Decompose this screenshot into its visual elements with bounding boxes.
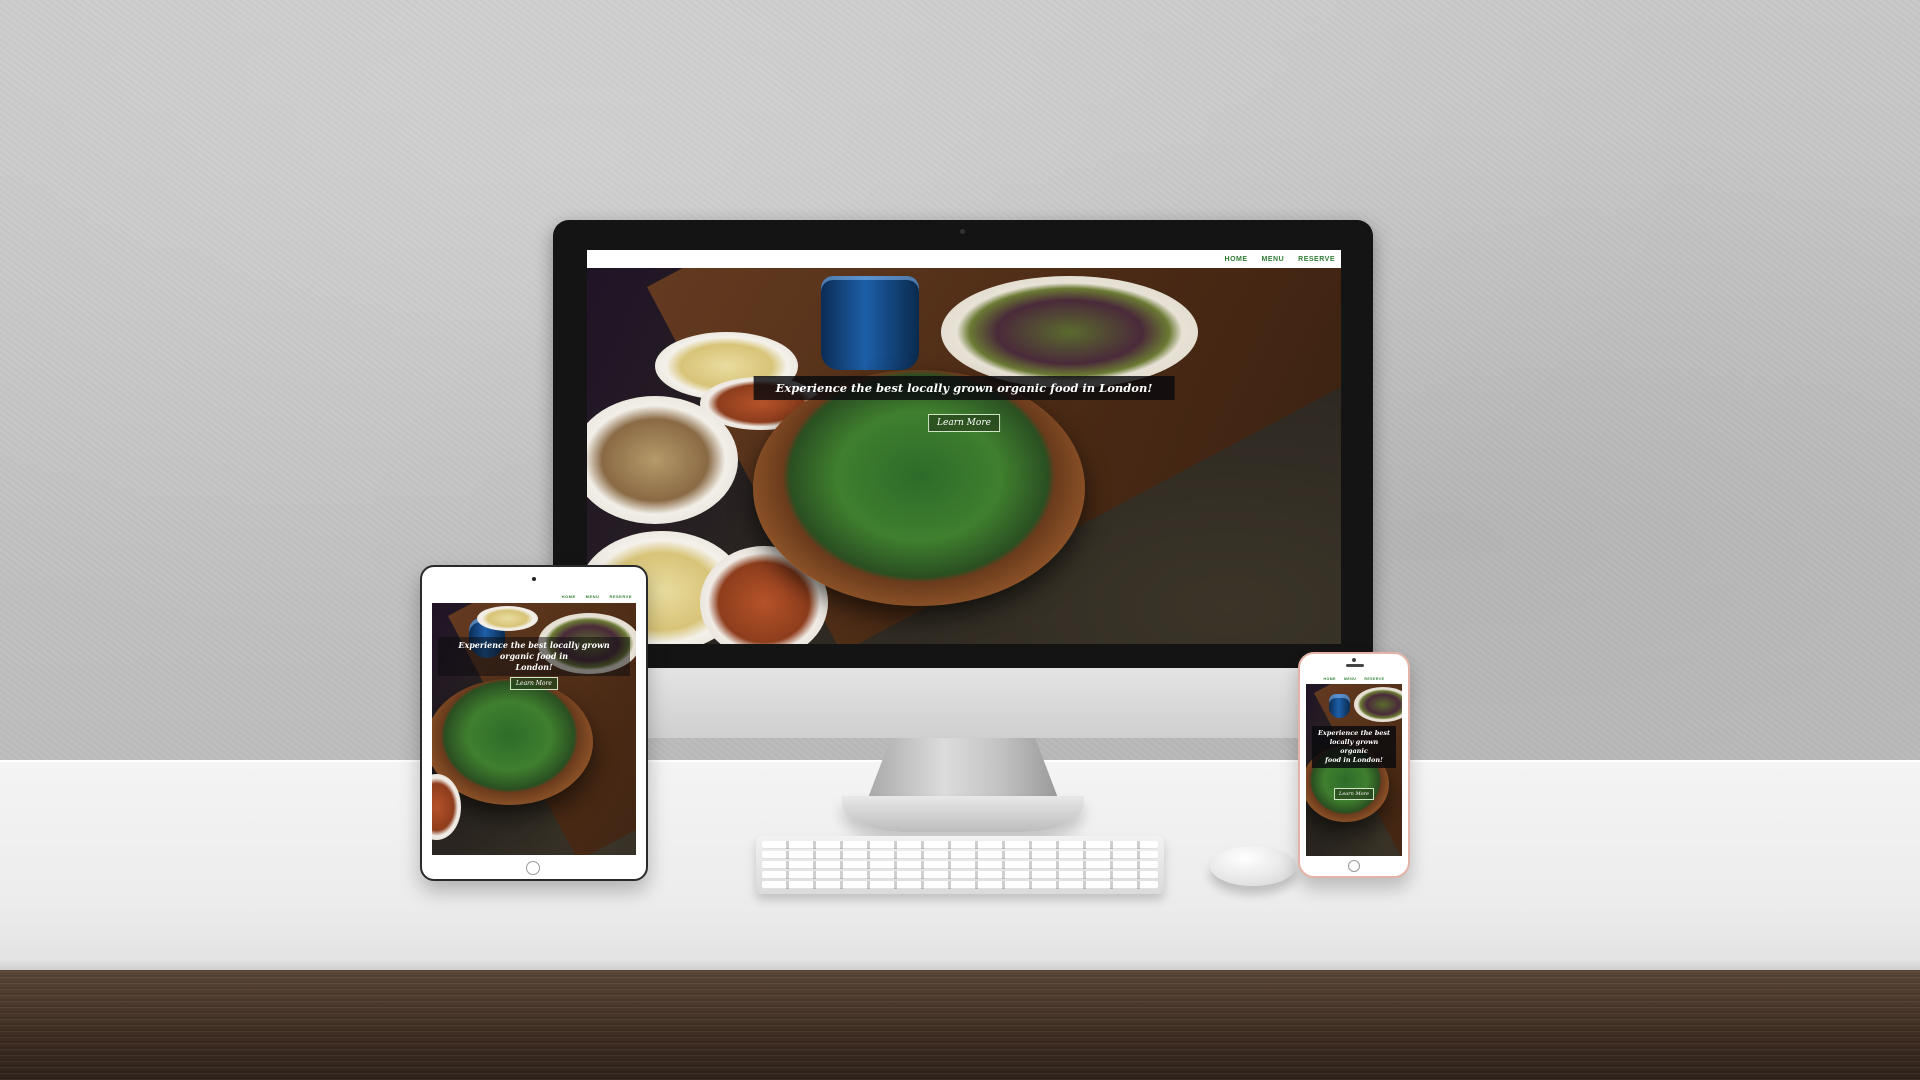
nav-menu[interactable]: MENU <box>1262 256 1285 263</box>
learn-more-button[interactable]: Learn More <box>510 677 558 690</box>
nav-reserve[interactable]: RESERVE <box>1298 256 1335 263</box>
nav-home[interactable]: HOME <box>1225 256 1248 263</box>
site-navbar: HOME MENU RESERVE <box>432 589 636 603</box>
nav-home[interactable]: HOME <box>1324 677 1337 681</box>
keyboard <box>756 836 1164 894</box>
nav-menu[interactable]: MENU <box>586 594 600 599</box>
webcam-icon <box>1352 658 1356 662</box>
desk-edge <box>0 958 1920 970</box>
monitor-stand-neck <box>868 738 1058 798</box>
nav-reserve[interactable]: RESERVE <box>1364 677 1384 681</box>
home-button-icon[interactable] <box>1348 860 1360 872</box>
site-navbar: HOME MENU RESERVE <box>587 250 1341 268</box>
desktop-website: HOME MENU RESERVE Experience the best lo… <box>587 250 1341 644</box>
site-navbar: HOME MENU RESERVE <box>1306 674 1402 684</box>
monitor-stand-foot <box>842 796 1084 832</box>
mouse <box>1210 846 1296 886</box>
hero-headline: Experience the best locally grown organi… <box>1312 726 1396 768</box>
home-button-icon[interactable] <box>526 861 540 875</box>
tablet-website: HOME MENU RESERVE Experience the best lo… <box>432 589 636 855</box>
desk-wood-panel <box>0 970 1920 1080</box>
salad-bowl <box>752 369 1085 607</box>
bean-bowl <box>587 395 738 524</box>
tablet-device: HOME MENU RESERVE Experience the best lo… <box>420 565 648 881</box>
speaker-icon <box>1346 664 1364 667</box>
nav-reserve[interactable]: RESERVE <box>609 594 632 599</box>
webcam-icon <box>532 577 536 581</box>
webcam-icon <box>960 229 965 234</box>
blue-jug <box>820 275 919 370</box>
hero-food-photo <box>1306 684 1402 856</box>
olive-plate <box>941 275 1198 389</box>
monitor-chin <box>553 668 1373 738</box>
learn-more-button[interactable]: Learn More <box>1334 788 1374 800</box>
hero-food-photo <box>587 268 1341 644</box>
nav-menu[interactable]: MENU <box>1344 677 1356 681</box>
nav-home[interactable]: HOME <box>562 594 576 599</box>
phone-website: HOME MENU RESERVE Experience the best lo… <box>1306 674 1402 856</box>
desktop-monitor: HOME MENU RESERVE Experience the best lo… <box>553 220 1373 672</box>
hero-headline: Experience the best locally grown organi… <box>438 637 630 676</box>
hero-headline: Experience the best locally grown organi… <box>753 376 1175 400</box>
phone-device: HOME MENU RESERVE Experience the best lo… <box>1298 652 1410 878</box>
learn-more-button[interactable]: Learn More <box>928 414 1000 432</box>
